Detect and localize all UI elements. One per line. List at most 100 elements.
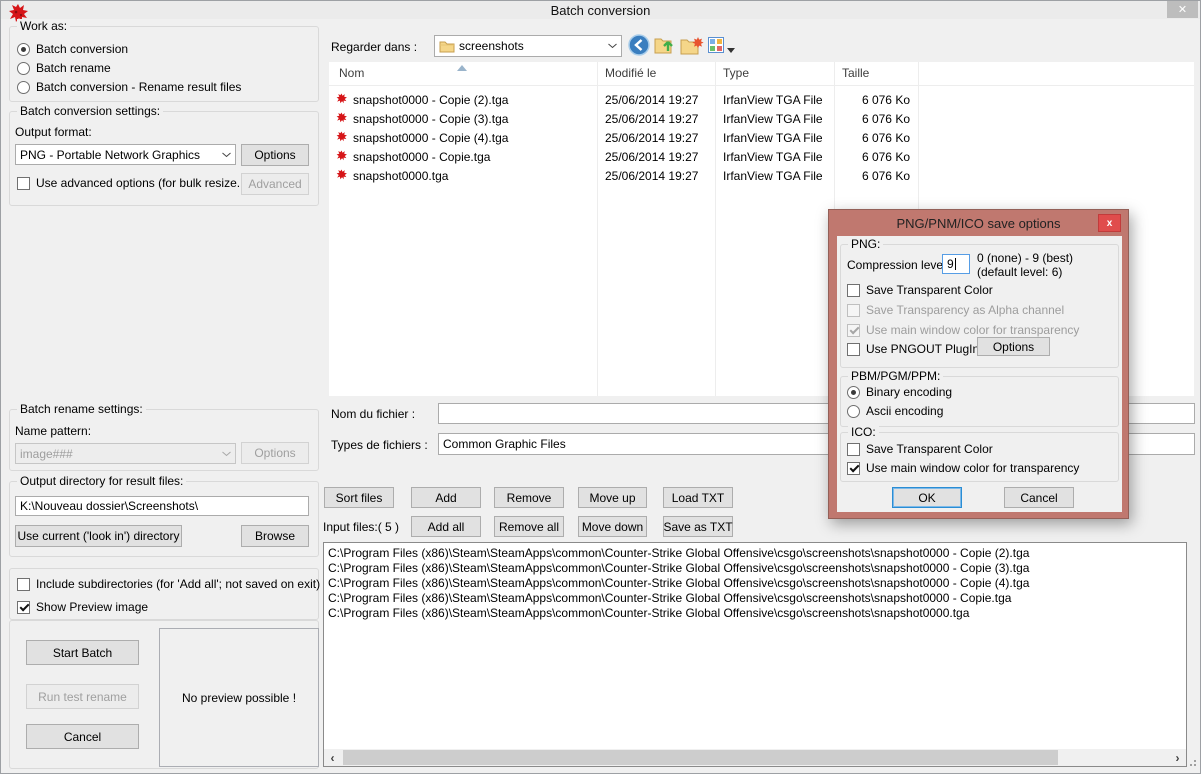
file-row[interactable]: snapshot0000 - Copie (2).tga 25/06/2014 … bbox=[329, 90, 1194, 109]
checkbox-icon bbox=[847, 283, 860, 297]
binary-encoding-radio[interactable]: Binary encoding bbox=[847, 384, 952, 400]
png-main-window-color-checkbox: Use main window color for transparency bbox=[847, 322, 1079, 338]
name-pattern-label: Name pattern: bbox=[15, 424, 92, 438]
file-row[interactable]: snapshot0000.tga 25/06/2014 19:27 IrfanV… bbox=[329, 166, 1194, 185]
file-row[interactable]: snapshot0000 - Copie.tga 25/06/2014 19:2… bbox=[329, 147, 1194, 166]
file-name: snapshot0000 - Copie (4).tga bbox=[353, 131, 509, 145]
radio-batch-conversion[interactable]: Batch conversion bbox=[17, 41, 128, 57]
move-up-button[interactable]: Move up bbox=[578, 487, 647, 508]
checkbox-label: Use main window color for transparency bbox=[866, 461, 1080, 475]
file-row[interactable]: snapshot0000 - Copie (3).tga 25/06/2014 … bbox=[329, 109, 1194, 128]
ico-main-window-color-checkbox[interactable]: Use main window color for transparency bbox=[847, 460, 1079, 476]
up-folder-icon[interactable] bbox=[654, 36, 676, 58]
dialog-ok-button[interactable]: OK bbox=[892, 487, 962, 508]
output-directory-value: K:\Nouveau dossier\Screenshots\ bbox=[20, 499, 199, 513]
window-close-button[interactable]: ✕ bbox=[1167, 1, 1198, 18]
file-size: 6 076 Ko bbox=[861, 150, 910, 164]
column-header-type[interactable]: Type bbox=[723, 66, 749, 80]
button-label: Options bbox=[254, 148, 296, 162]
file-size: 6 076 Ko bbox=[861, 93, 910, 107]
preview-message: No preview possible ! bbox=[181, 690, 297, 705]
advanced-options-checkbox[interactable]: Use advanced options (for bulk resize...… bbox=[17, 175, 251, 191]
irfanview-file-icon bbox=[335, 131, 348, 147]
png-save-transparent-checkbox[interactable]: Save Transparent Color bbox=[847, 282, 993, 298]
scroll-right-icon[interactable]: › bbox=[1169, 749, 1186, 766]
new-folder-icon[interactable] bbox=[680, 36, 704, 58]
dialog-close-button[interactable]: x bbox=[1098, 214, 1121, 232]
cancel-button[interactable]: Cancel bbox=[26, 724, 139, 749]
checkbox-label: Use PNGOUT PlugIn bbox=[866, 342, 980, 356]
dialog-titlebar[interactable]: PNG/PNM/ICO save options bbox=[829, 210, 1128, 236]
save-as-txt-button[interactable]: Save as TXT bbox=[663, 516, 733, 537]
button-label: Options bbox=[992, 339, 1035, 354]
radio-label: Ascii encoding bbox=[866, 404, 944, 418]
file-modified: 25/06/2014 19:27 bbox=[605, 150, 699, 164]
ascii-encoding-radio[interactable]: Ascii encoding bbox=[847, 403, 943, 419]
rename-settings-legend: Batch rename settings: bbox=[17, 402, 146, 416]
file-name: snapshot0000 - Copie.tga bbox=[353, 150, 491, 164]
window-titlebar[interactable]: Batch conversion bbox=[1, 1, 1200, 19]
png-alpha-channel-checkbox: Save Transparency as Alpha channel bbox=[847, 302, 1064, 318]
button-label: Add all bbox=[427, 519, 465, 534]
input-file-path[interactable]: C:\Program Files (x86)\Steam\SteamApps\c… bbox=[324, 576, 1186, 591]
scroll-left-icon[interactable]: ‹ bbox=[324, 749, 341, 766]
back-icon[interactable] bbox=[628, 34, 650, 59]
file-size: 6 076 Ko bbox=[861, 131, 910, 145]
output-format-select[interactable]: PNG - Portable Network Graphics bbox=[15, 144, 236, 165]
look-in-label: Regarder dans : bbox=[331, 40, 418, 54]
file-size: 6 076 Ko bbox=[861, 112, 910, 126]
move-down-button[interactable]: Move down bbox=[578, 516, 647, 537]
add-button[interactable]: Add bbox=[411, 487, 481, 508]
output-directory-legend: Output directory for result files: bbox=[17, 474, 187, 488]
button-label: Options bbox=[254, 446, 296, 460]
file-type: IrfanView TGA File bbox=[723, 169, 823, 183]
file-row[interactable]: snapshot0000 - Copie (4).tga 25/06/2014 … bbox=[329, 128, 1194, 147]
checkbox-label: Show Preview image bbox=[36, 600, 149, 614]
dialog-cancel-button[interactable]: Cancel bbox=[1004, 487, 1074, 508]
show-preview-checkbox[interactable]: Show Preview image bbox=[17, 599, 148, 615]
text-caret bbox=[954, 258, 956, 270]
input-file-path[interactable]: C:\Program Files (x86)\Steam\SteamApps\c… bbox=[324, 606, 1186, 621]
scrollbar-thumb[interactable] bbox=[343, 750, 1058, 765]
ico-save-transparent-checkbox[interactable]: Save Transparent Color bbox=[847, 441, 993, 457]
horizontal-scrollbar[interactable]: ‹ › bbox=[324, 749, 1186, 766]
radio-batch-rename[interactable]: Batch rename bbox=[17, 60, 111, 76]
file-modified: 25/06/2014 19:27 bbox=[605, 169, 699, 183]
checkbox-icon bbox=[847, 323, 860, 337]
format-options-button[interactable]: Options bbox=[241, 144, 309, 166]
view-menu-icon[interactable] bbox=[708, 37, 724, 56]
pngout-options-button[interactable]: Options bbox=[977, 337, 1050, 356]
conversion-settings-legend: Batch conversion settings: bbox=[17, 104, 164, 118]
remove-all-button[interactable]: Remove all bbox=[494, 516, 564, 537]
input-file-path[interactable]: C:\Program Files (x86)\Steam\SteamApps\c… bbox=[324, 546, 1186, 561]
chevron-down-icon bbox=[608, 43, 617, 49]
sort-files-button[interactable]: Sort files bbox=[324, 487, 394, 508]
checkbox-label: Save Transparent Color bbox=[866, 442, 993, 456]
browse-button[interactable]: Browse bbox=[241, 525, 309, 547]
column-header-modified[interactable]: Modifié le bbox=[605, 66, 656, 80]
resize-grip-icon[interactable] bbox=[1187, 756, 1197, 770]
header-separator bbox=[329, 85, 1194, 86]
checkbox-icon bbox=[847, 342, 860, 356]
look-in-select[interactable]: screenshots bbox=[434, 35, 622, 57]
remove-button[interactable]: Remove bbox=[494, 487, 564, 508]
output-directory-input[interactable]: K:\Nouveau dossier\Screenshots\ bbox=[15, 496, 309, 516]
include-subdirectories-checkbox[interactable]: Include subdirectories (for 'Add all'; n… bbox=[17, 576, 320, 592]
column-header-name[interactable]: Nom bbox=[339, 66, 364, 80]
input-file-path[interactable]: C:\Program Files (x86)\Steam\SteamApps\c… bbox=[324, 591, 1186, 606]
radio-label: Batch conversion - Rename result files bbox=[36, 80, 242, 94]
use-current-directory-button[interactable]: Use current ('look in') directory bbox=[15, 525, 182, 547]
button-label: Start Batch bbox=[52, 645, 113, 660]
radio-batch-conversion-rename[interactable]: Batch conversion - Rename result files bbox=[17, 79, 241, 95]
button-label: Remove all bbox=[498, 519, 560, 534]
start-batch-button[interactable]: Start Batch bbox=[26, 640, 139, 665]
pngout-plugin-checkbox[interactable]: Use PNGOUT PlugIn bbox=[847, 341, 979, 357]
input-files-listbox: C:\Program Files (x86)\Steam\SteamApps\c… bbox=[323, 542, 1187, 767]
view-menu-caret-icon[interactable] bbox=[727, 42, 735, 56]
column-header-size[interactable]: Taille bbox=[842, 66, 869, 80]
load-txt-button[interactable]: Load TXT bbox=[663, 487, 733, 508]
input-file-path[interactable]: C:\Program Files (x86)\Steam\SteamApps\c… bbox=[324, 561, 1186, 576]
add-all-button[interactable]: Add all bbox=[411, 516, 481, 537]
compression-level-input[interactable]: 9 bbox=[942, 254, 970, 274]
file-type: IrfanView TGA File bbox=[723, 93, 823, 107]
